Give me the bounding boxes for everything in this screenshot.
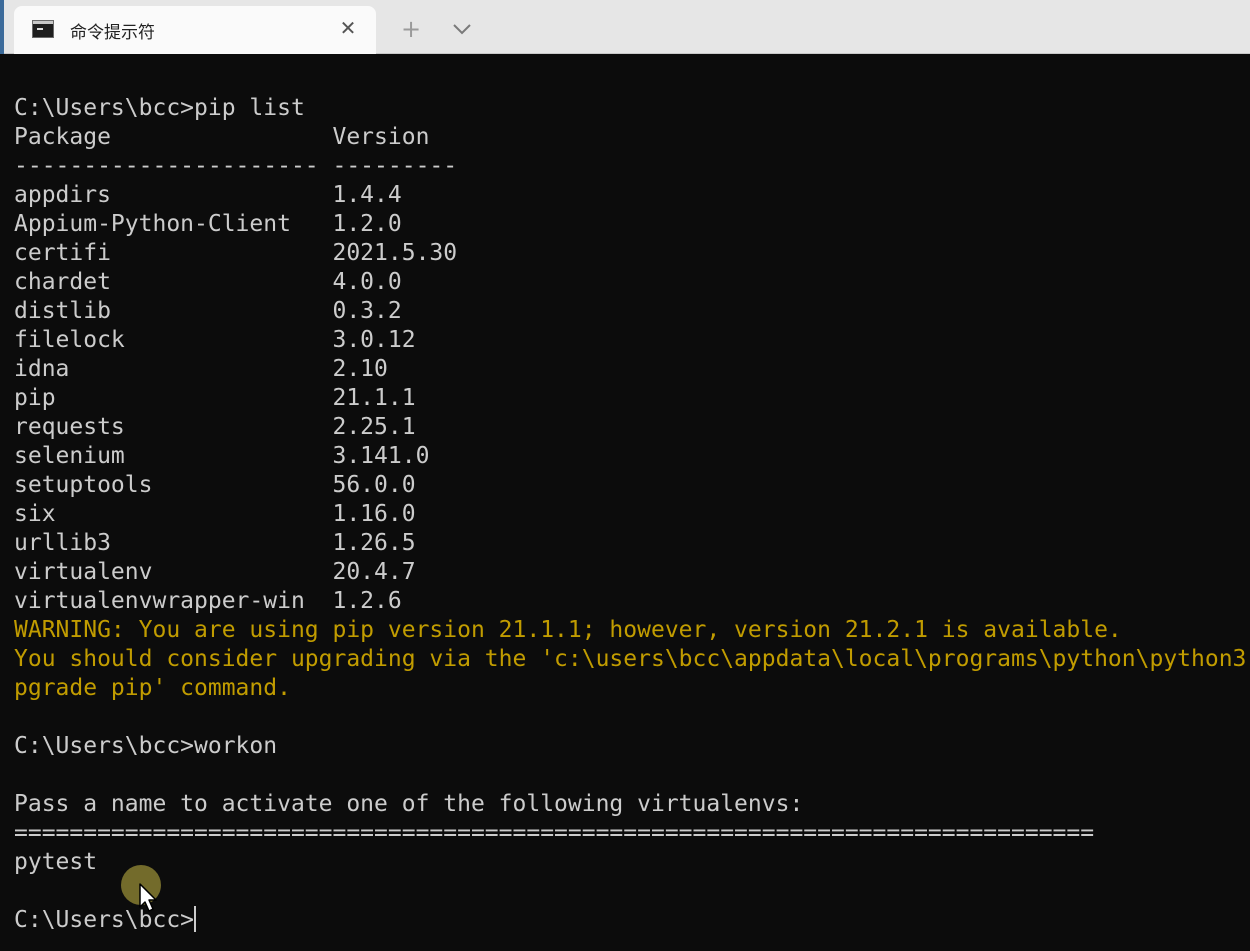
warning-line: WARNING: You are using pip version 21.1.…: [14, 617, 1122, 643]
terminal-lines: C:\Users\bcc>pip list Package Version ----…: [14, 94, 1246, 935]
output-line: certifi 2021.5.30: [14, 240, 458, 266]
new-tab-button[interactable]: +: [396, 14, 426, 44]
output-line: virtualenv 20.4.7: [14, 559, 416, 585]
output-line: pytest: [14, 849, 98, 875]
output-line: ========================================…: [14, 820, 1095, 846]
window-edge: [0, 0, 4, 54]
output-line: requests 2.25.1: [14, 414, 416, 440]
prompt-text: C:\Users\bcc>: [14, 907, 195, 933]
output-line: virtualenvwrapper-win 1.2.6: [14, 588, 402, 614]
prompt-line[interactable]: C:\Users\bcc>: [14, 906, 1246, 935]
output-line: appdirs 1.4.4: [14, 182, 402, 208]
terminal-window: 命令提示符 ✕ + C:\Users\bcc>pip list Package V…: [0, 0, 1250, 951]
output-line: distlib 0.3.2: [14, 298, 402, 324]
output-line: Package Version: [14, 124, 430, 150]
output-line: C:\Users\bcc>pip list: [14, 95, 305, 121]
tab-title: 命令提示符: [70, 23, 155, 43]
warning-line: You should consider upgrading via the 'c…: [14, 646, 1247, 672]
text-cursor: [194, 906, 197, 932]
output-line: idna 2.10: [14, 356, 388, 382]
chevron-down-icon[interactable]: [448, 14, 476, 44]
output-line: setuptools 56.0.0: [14, 472, 416, 498]
output-line: chardet 4.0.0: [14, 269, 402, 295]
output-line: urllib3 1.26.5: [14, 530, 416, 556]
output-line: selenium 3.141.0: [14, 443, 430, 469]
warning-line: pgrade pip' command.: [14, 675, 291, 701]
console-icon: [32, 20, 54, 38]
output-line: six 1.16.0: [14, 501, 416, 527]
output-line: Appium-Python-Client 1.2.0: [14, 211, 402, 237]
output-line: ---------------------- ---------: [14, 153, 458, 179]
output-line: filelock 3.0.12: [14, 327, 416, 353]
terminal-output[interactable]: C:\Users\bcc>pip list Package Version ----…: [0, 54, 1250, 951]
mouse-pointer-icon: [139, 883, 157, 912]
output-line: Pass a name to activate one of the follo…: [14, 791, 804, 817]
tab-command-prompt[interactable]: 命令提示符 ✕: [14, 6, 376, 54]
output-line: C:\Users\bcc>workon: [14, 733, 278, 759]
tab-bar: 命令提示符 ✕ +: [0, 0, 1250, 54]
output-line: pip 21.1.1: [14, 385, 416, 411]
close-tab-icon[interactable]: ✕: [336, 16, 360, 40]
